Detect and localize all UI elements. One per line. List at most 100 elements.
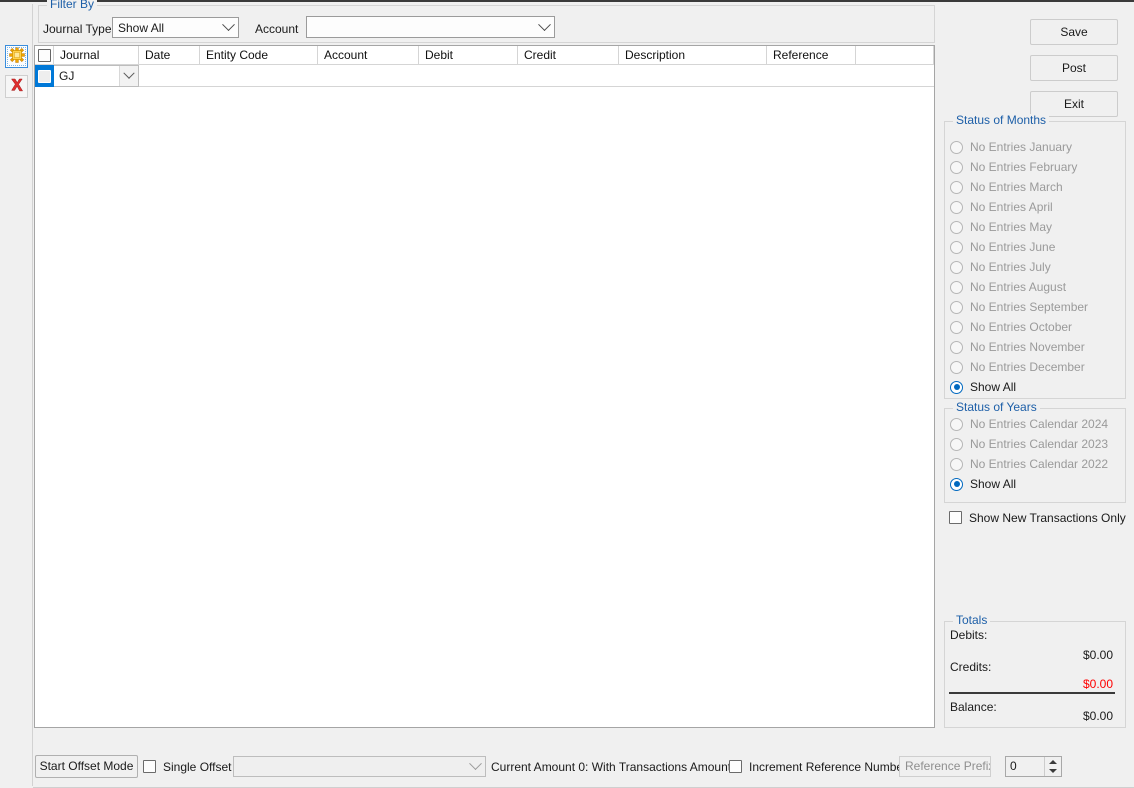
post-button[interactable]: Post (1030, 55, 1118, 81)
radio-button (950, 241, 963, 254)
column-header-entity-code[interactable]: Entity Code (200, 46, 318, 65)
status-of-months-group: Status of Months No Entries JanuaryNo En… (944, 121, 1126, 399)
stepper-down-icon[interactable] (1045, 767, 1061, 777)
month-radio-0: No Entries January (950, 139, 1072, 155)
reference-prefix-input[interactable]: Reference Prefix (899, 756, 991, 777)
radio-label: No Entries January (970, 140, 1072, 154)
checkbox-box[interactable] (143, 760, 156, 773)
radio-label: No Entries Calendar 2022 (970, 457, 1108, 471)
column-header-debit[interactable]: Debit (419, 46, 518, 65)
radio-button (950, 261, 963, 274)
status-of-years-group: Status of Years No Entries Calendar 2024… (944, 408, 1126, 503)
radio-button (950, 341, 963, 354)
chevron-down-icon (466, 757, 485, 776)
radio-button (950, 321, 963, 334)
bottom-toolbar: Start Offset Mode Single Offset Current … (33, 746, 1134, 788)
single-offset-checkbox[interactable]: Single Offset (143, 759, 231, 774)
stepper-up-icon[interactable] (1045, 757, 1061, 767)
month-radio-9: No Entries October (950, 319, 1072, 335)
show-new-transactions-only-checkbox[interactable]: Show New Transactions Only (949, 510, 1126, 525)
column-header-credit[interactable]: Credit (518, 46, 619, 65)
chevron-down-icon[interactable] (119, 66, 138, 86)
radio-label: No Entries December (970, 360, 1085, 374)
journal-type-value: Show All (113, 21, 219, 35)
radio-button[interactable] (950, 381, 963, 394)
year-radio-3[interactable]: Show All (950, 476, 1016, 492)
journal-entries-grid: Journal Date Entity Code Account Debit Credit… (34, 45, 935, 728)
delete-entry-button[interactable] (5, 75, 28, 98)
red-x-icon (9, 77, 25, 96)
radio-button (950, 281, 963, 294)
radio-label: No Entries April (970, 200, 1053, 214)
month-radio-1: No Entries February (950, 159, 1077, 175)
save-button[interactable]: Save (1030, 19, 1118, 45)
account-label: Account (255, 22, 298, 36)
year-radio-2: No Entries Calendar 2022 (950, 456, 1108, 472)
radio-label: No Entries September (970, 300, 1088, 314)
radio-label: No Entries June (970, 240, 1055, 254)
row-select-cell[interactable] (35, 65, 54, 87)
stepper-buttons (1044, 757, 1061, 776)
month-radio-10: No Entries November (950, 339, 1085, 355)
debits-label: Debits: (950, 628, 987, 642)
month-radio-6: No Entries July (950, 259, 1051, 275)
journal-type-label: Journal Type (43, 22, 112, 36)
radio-button (950, 141, 963, 154)
start-offset-mode-button[interactable]: Start Offset Mode (35, 755, 138, 778)
radio-button[interactable] (950, 478, 963, 491)
checkbox-box[interactable] (949, 511, 962, 524)
filter-by-title: Filter By (47, 0, 97, 10)
show-new-transactions-only-label: Show New Transactions Only (969, 511, 1126, 525)
column-header-label: Description (625, 48, 685, 62)
credits-label: Credits: (950, 660, 991, 674)
reference-number-stepper[interactable]: 0 (1005, 756, 1062, 777)
column-header-journal[interactable]: Journal (54, 46, 139, 65)
increment-reference-number-checkbox[interactable]: Increment Reference Number (729, 759, 907, 774)
account-select[interactable] (306, 16, 555, 38)
column-header-label: Credit (524, 48, 556, 62)
journal-entry-window: Filter By Journal Type Show All Account … (0, 0, 1134, 786)
column-header-description[interactable]: Description (619, 46, 767, 65)
month-radio-8: No Entries September (950, 299, 1088, 315)
table-row[interactable]: GJ (35, 65, 934, 87)
month-radio-2: No Entries March (950, 179, 1063, 195)
column-header-reference[interactable]: Reference (767, 46, 856, 65)
column-header-account[interactable]: Account (318, 46, 419, 65)
grid-header-row: Journal Date Entity Code Account Debit Credit… (35, 46, 934, 65)
cell-journal[interactable]: GJ (54, 65, 139, 87)
row-checkbox[interactable] (38, 70, 51, 83)
column-header-label: Entity Code (206, 48, 268, 62)
column-header-date[interactable]: Date (139, 46, 200, 65)
radio-label: No Entries March (970, 180, 1063, 194)
column-header-blank[interactable] (856, 46, 934, 65)
offset-account-select[interactable] (233, 756, 486, 777)
radio-button (950, 458, 963, 471)
chevron-down-icon (535, 17, 554, 37)
select-all-header-cell[interactable] (35, 46, 54, 65)
checkbox-box[interactable] (729, 760, 742, 773)
increment-reference-number-label: Increment Reference Number (749, 760, 907, 774)
totals-title: Totals (953, 614, 990, 626)
column-header-label: Date (145, 48, 170, 62)
month-radio-4: No Entries May (950, 219, 1052, 235)
balance-label: Balance: (950, 700, 997, 714)
radio-label: Show All (970, 477, 1016, 491)
reference-number-value: 0 (1006, 757, 1044, 776)
column-header-label: Account (324, 48, 367, 62)
new-entry-button[interactable] (5, 45, 28, 68)
radio-label: No Entries February (970, 160, 1077, 174)
credits-value: $0.00 (1083, 677, 1113, 691)
radio-label: No Entries August (970, 280, 1066, 294)
totals-divider (949, 692, 1115, 694)
year-radio-0: No Entries Calendar 2024 (950, 416, 1108, 432)
month-radio-12[interactable]: Show All (950, 379, 1016, 395)
radio-button (950, 418, 963, 431)
balance-value: $0.00 (1083, 709, 1113, 723)
year-radio-1: No Entries Calendar 2023 (950, 436, 1108, 452)
select-all-checkbox[interactable] (38, 49, 51, 62)
current-amount-status: Current Amount 0: With Transactions Amou… (491, 760, 741, 774)
journal-type-select[interactable]: Show All (112, 17, 239, 38)
totals-group: Totals Debits: $0.00 Credits: $0.00 Bala… (944, 621, 1126, 728)
radio-label: Show All (970, 380, 1016, 394)
status-of-months-title: Status of Months (953, 114, 1049, 126)
